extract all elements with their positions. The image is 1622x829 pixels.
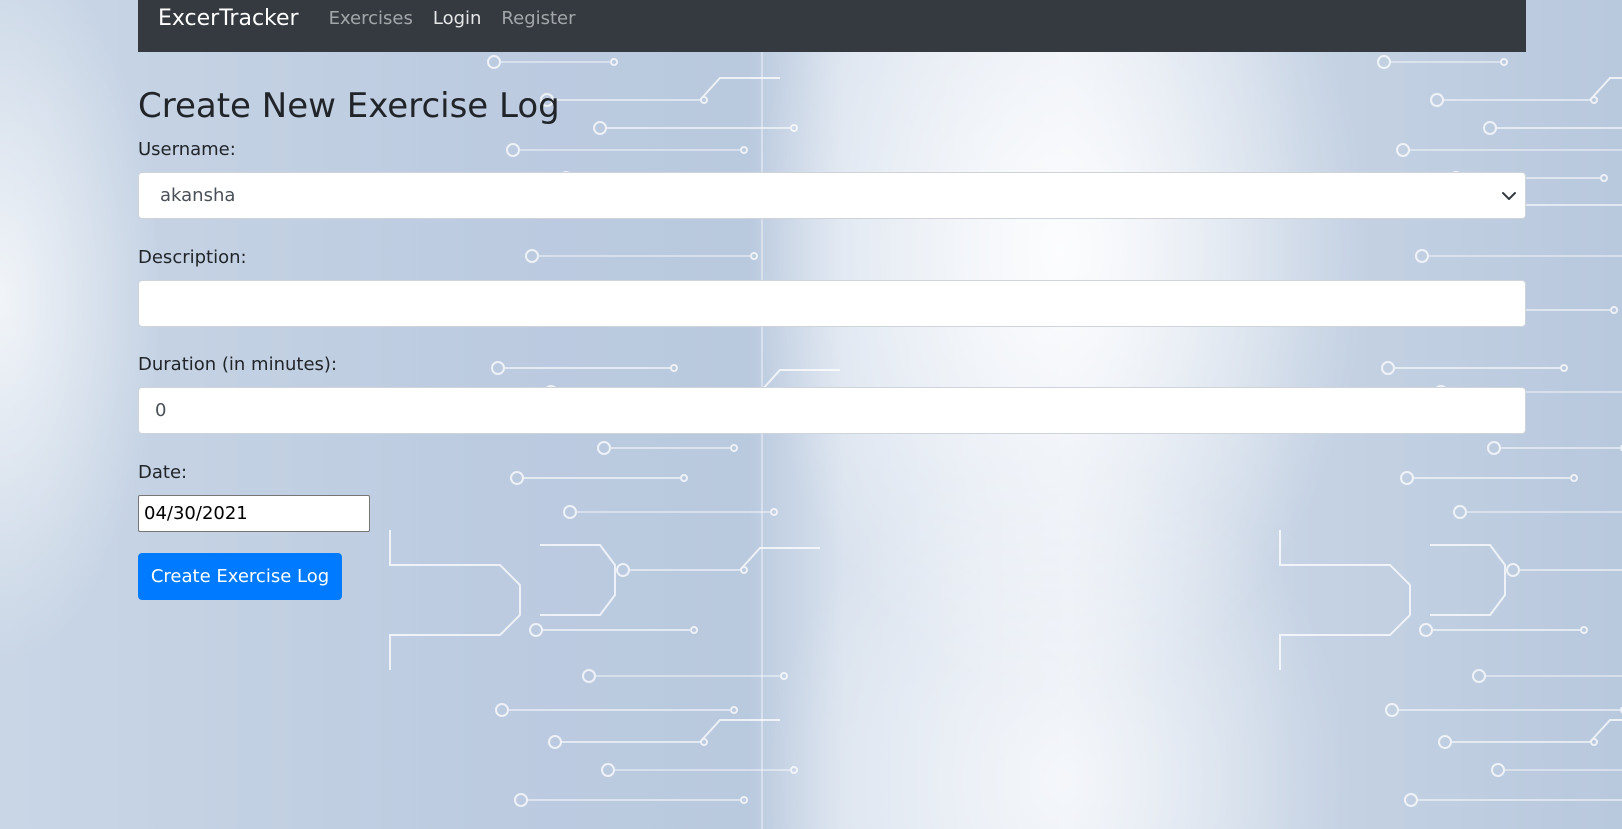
duration-input[interactable]: 0 [138,386,1526,434]
nav-link-login[interactable]: Login [433,8,482,29]
page-title: Create New Exercise Log [138,86,560,126]
username-group: Username: akansha [138,133,1526,219]
description-label: Description: [138,246,247,268]
duration-group: Duration (in minutes): 0 [138,348,1526,434]
navbar: ExcerTracker Exercises Login Register [138,0,1526,52]
duration-label: Duration (in minutes): [138,353,338,375]
username-select[interactable]: akansha [138,171,1526,219]
date-label: Date: [138,461,188,483]
description-input[interactable] [138,279,1526,327]
brand-link[interactable]: ExcerTracker [158,6,299,31]
date-input-value: 04/30/2021 [144,502,248,524]
main-container: ExcerTracker Exercises Login Register Cr… [138,0,1526,600]
chevron-down-icon [1502,191,1516,200]
description-group: Description: [138,241,1526,327]
date-group: Date: 04/30/2021 [138,456,1526,532]
duration-input-value: 0 [155,399,167,421]
nav-link-register[interactable]: Register [501,8,575,29]
date-picker-input[interactable]: 04/30/2021 [138,494,370,532]
username-label: Username: [138,138,236,160]
username-select-value: akansha [160,184,236,206]
create-exercise-log-button[interactable]: Create Exercise Log [138,552,342,600]
nav-link-exercises[interactable]: Exercises [329,8,413,29]
